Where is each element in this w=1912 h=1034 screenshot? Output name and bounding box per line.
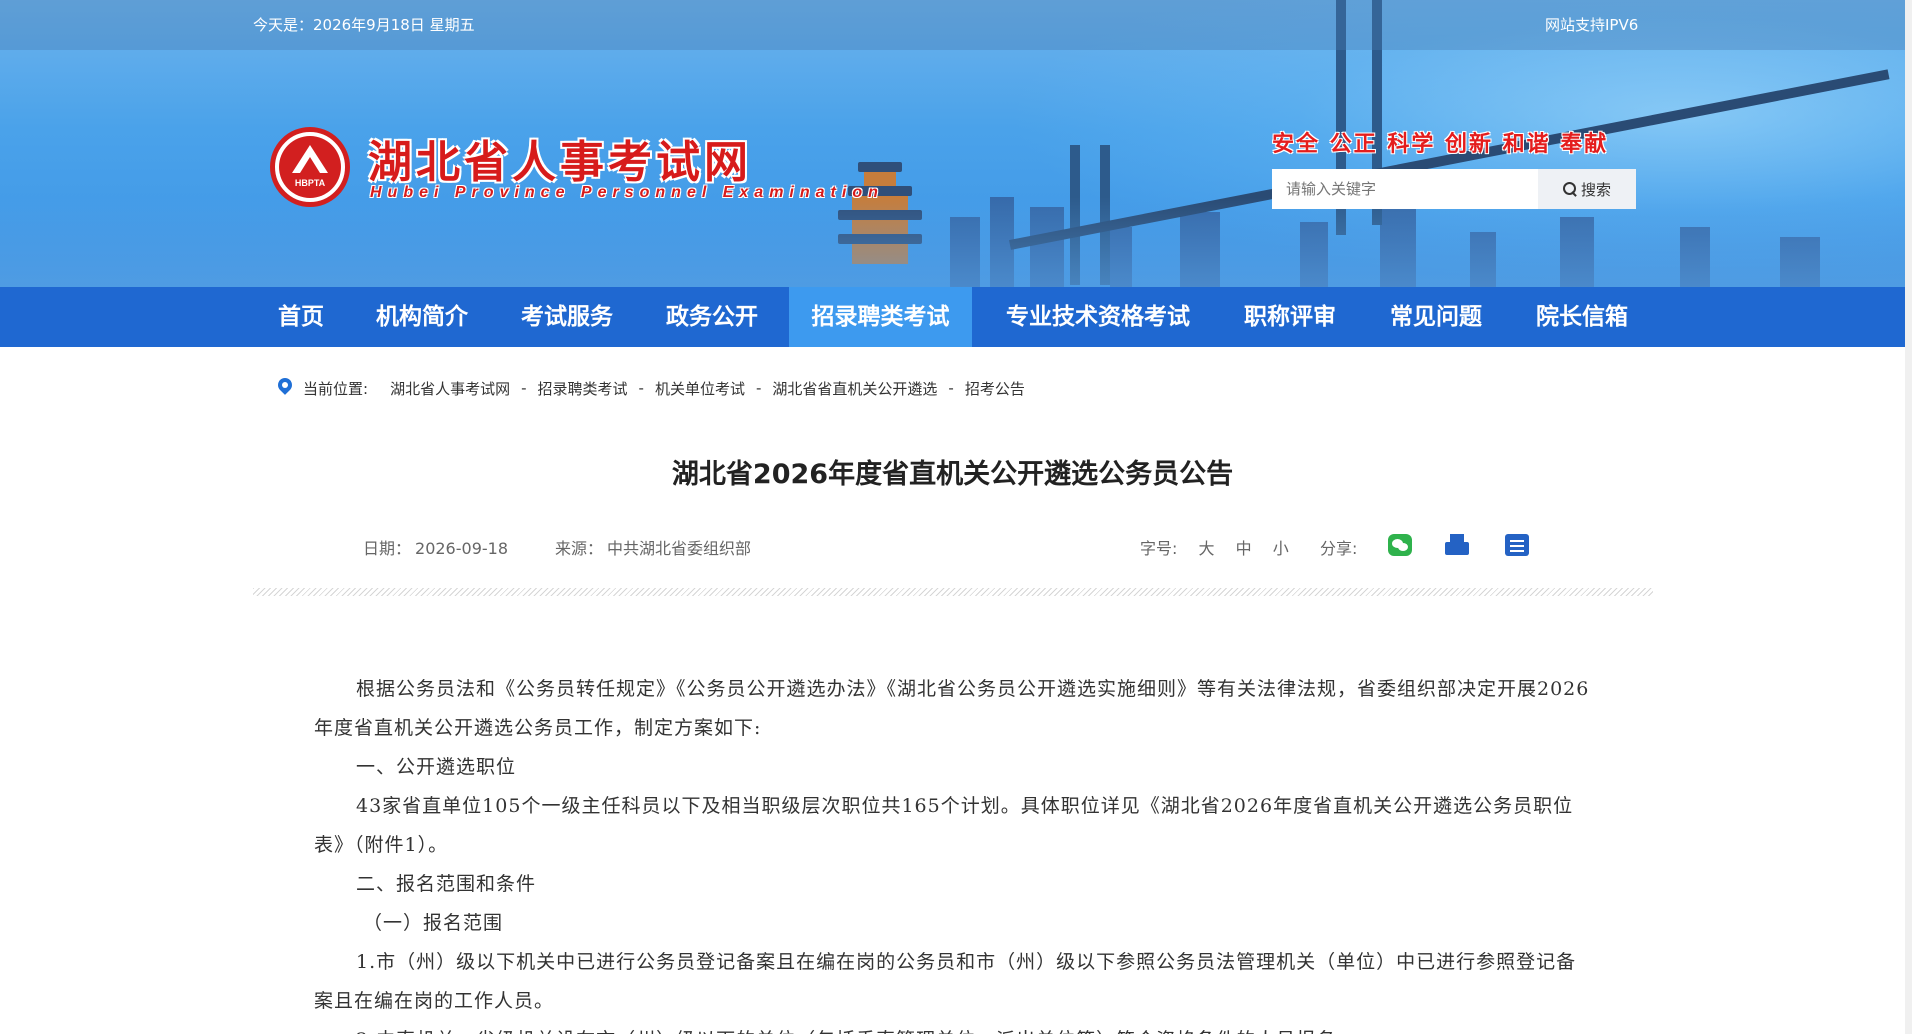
- nav-item-professional-exams[interactable]: 专业技术资格考试: [986, 287, 1210, 347]
- site-logo-title[interactable]: 湖北省人事考试网: [368, 126, 752, 190]
- breadcrumb-item[interactable]: 招录聘类考试: [538, 378, 628, 399]
- logo-emblem-icon[interactable]: HBPTA: [270, 127, 350, 207]
- nav-item-director-mailbox[interactable]: 院长信箱: [1520, 287, 1644, 347]
- article-paragraph: 1.市（州）级以下机关中已进行公务员登记备案且在编在岗的公务员和市（州）级以下参…: [314, 951, 1577, 1012]
- breadcrumb-label: 当前位置:: [303, 379, 369, 398]
- font-size-large[interactable]: 大: [1199, 539, 1215, 558]
- nav-item-exam-services[interactable]: 考试服务: [506, 287, 628, 347]
- subsection-heading: （一）报名范围: [363, 912, 504, 934]
- search-icon: [1562, 182, 1577, 196]
- font-size-label: 字号:: [1140, 539, 1178, 558]
- breadcrumb-item[interactable]: 湖北省人事考试网: [390, 378, 510, 399]
- article-source: 来源： 中共湖北省委组织部: [555, 535, 751, 559]
- logo-abbr: HBPTA: [294, 178, 326, 188]
- nav-item-faq[interactable]: 常见问题: [1374, 287, 1498, 347]
- wechat-icon[interactable]: [1388, 534, 1412, 556]
- article-title: 湖北省2026年度省直机关公开遴选公务员公告: [671, 459, 1234, 490]
- font-size-small[interactable]: 小: [1273, 539, 1289, 558]
- share-label: 分享:: [1320, 539, 1358, 558]
- search-input[interactable]: [1272, 169, 1538, 209]
- source-value: 中共湖北省委组织部: [607, 539, 752, 558]
- breadcrumb-item[interactable]: 招考公告: [965, 378, 1025, 399]
- breadcrumb-separator: -: [521, 379, 527, 397]
- search-button-label: 搜索: [1580, 180, 1611, 199]
- date-value: 2026-09-18: [415, 539, 508, 558]
- article-paragraph: 2.中直机关、省级机关设在市（州）级以下的单位（包括垂直管理单位、派出单位等）符…: [314, 1021, 1596, 1034]
- nav-item-recruitment-exams[interactable]: 招录聘类考试: [789, 287, 972, 347]
- location-pin-icon: [277, 378, 293, 398]
- article-date: 日期： 2026-09-18: [363, 535, 508, 559]
- title-divider: [253, 588, 1653, 596]
- breadcrumb-item[interactable]: 湖北省省直机关公开遴选: [772, 378, 937, 399]
- hills-background: [0, 197, 1905, 287]
- article-body: 根据公务员法和《公务员转任规定》《公务员公开遴选办法》《湖北省公务员公开遴选实施…: [314, 670, 1596, 1034]
- current-date: 今天是：2026年9月18日 星期五: [253, 16, 475, 34]
- section-heading: 二、报名范围和条件: [356, 873, 537, 895]
- slogan: 安全 公正 科学 创新 和谐 奉献: [1272, 132, 1609, 157]
- date-label: 日期：: [363, 539, 412, 558]
- breadcrumb-separator: -: [755, 379, 762, 397]
- breadcrumb-item[interactable]: 机关单位考试: [655, 378, 745, 399]
- nav-item-title-review[interactable]: 职称评审: [1228, 287, 1352, 347]
- document-icon[interactable]: [1505, 534, 1529, 556]
- main-nav: 首页 机构简介 考试服务 政务公开 招录聘类考试 专业技术资格考试 职称评审 常…: [0, 287, 1905, 347]
- breadcrumb-separator: -: [948, 379, 954, 397]
- article-paragraph: 根据公务员法和《公务员转任规定》《公务员公开遴选办法》《湖北省公务员公开遴选实施…: [314, 678, 1590, 739]
- nav-item-home[interactable]: 首页: [253, 287, 349, 347]
- nav-item-about[interactable]: 机构简介: [361, 287, 483, 347]
- search-button[interactable]: 搜索: [1538, 169, 1636, 209]
- top-bar: 今天是：2026年9月18日 星期五 网站支持IPV6: [0, 0, 1905, 50]
- site-logo-subtitle: Hubei Province Personnel Examination: [370, 184, 884, 201]
- article-paragraph: 43家省直单位105个一级主任科员以下及相当职级层次职位共165个计划。具体职位…: [314, 795, 1574, 856]
- ipv6-notice: 网站支持IPV6: [1545, 16, 1639, 34]
- section-heading: 一、公开遴选职位: [356, 756, 517, 778]
- breadcrumb-separator: -: [638, 379, 644, 397]
- nav-item-gov-affairs[interactable]: 政务公开: [651, 287, 773, 347]
- font-size-medium[interactable]: 中: [1236, 539, 1252, 558]
- source-label: 来源：: [555, 539, 604, 558]
- page-scrollbar[interactable]: [1905, 0, 1912, 1034]
- font-size-control: 字号: 大 中 小: [1140, 535, 1289, 559]
- print-icon[interactable]: [1445, 534, 1469, 556]
- breadcrumb: 当前位置: 湖北省人事考试网 - 招录聘类考试 - 机关单位考试 - 湖北省省直…: [277, 377, 1025, 399]
- site-header: 今天是：2026年9月18日 星期五 网站支持IPV6 HBPTA 湖北省人事考…: [0, 0, 1905, 287]
